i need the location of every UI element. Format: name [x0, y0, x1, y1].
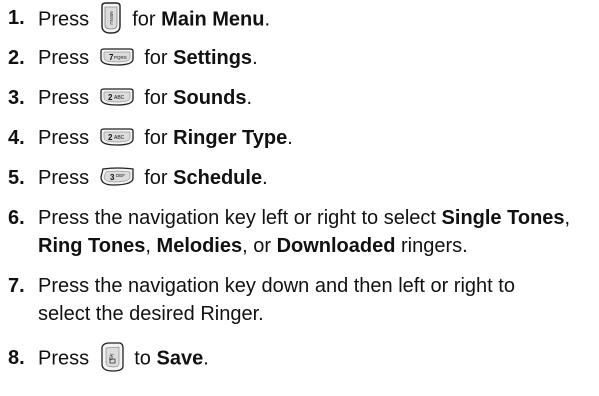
step-number: 8.: [8, 347, 25, 369]
step-number: 4.: [8, 127, 25, 149]
step-number: 3.: [8, 87, 25, 109]
step-number: 6.: [8, 207, 25, 229]
ringer-type-target: Ringer Type: [173, 127, 288, 149]
ok-key-icon: OK: [99, 342, 125, 372]
svg-text:ABC: ABC: [114, 95, 125, 101]
svg-text:ABC: ABC: [114, 135, 125, 141]
step-text: Press MENU for Main Menu.: [38, 2, 270, 36]
step-text: Press 7 PQRS for Settings.: [38, 47, 258, 69]
svg-text:2: 2: [108, 133, 113, 142]
save-target: Save: [156, 347, 204, 370]
step-text: Press OK to Save.: [38, 342, 209, 374]
svg-text:PQRS: PQRS: [114, 55, 127, 60]
step-6-line-2: Ring Tones, Melodies, or Downloaded ring…: [38, 235, 468, 257]
menu-target: Main Menu: [161, 8, 265, 31]
settings-target: Settings: [173, 47, 253, 69]
step-text: Press 2 ABC for Sounds.: [38, 87, 253, 109]
step-text: Press 3 DEF for Schedule.: [38, 167, 268, 189]
step-7-line-1: Press the navigation key down and then l…: [38, 275, 515, 297]
step-number: 2.: [8, 47, 25, 69]
step-7-line-2: select the desired Ringer.: [38, 303, 264, 325]
sounds-target: Sounds: [173, 87, 247, 109]
step-number: 1.: [8, 7, 25, 29]
step-text: Press the navigation key left or right t…: [38, 204, 570, 260]
svg-text:MENU: MENU: [109, 11, 114, 24]
schedule-target: Schedule: [173, 167, 263, 189]
step-number: 5.: [8, 167, 25, 189]
menu-key-icon: MENU: [99, 2, 123, 34]
step-number: 7.: [8, 275, 25, 297]
key-2-icon: 2 ABC: [99, 128, 135, 146]
step-text: Press the navigation key down and then l…: [38, 272, 515, 328]
svg-text:2: 2: [108, 93, 113, 102]
step-text: Press 2 ABC for Ringer Type.: [38, 127, 293, 149]
step-6-line-1: Press the navigation key left or right t…: [38, 207, 571, 229]
svg-text:3: 3: [110, 173, 115, 182]
key-2-icon: 2 ABC: [99, 88, 135, 106]
key-3-icon: 3 DEF: [99, 167, 135, 187]
key-7-icon: 7 PQRS: [99, 48, 135, 66]
svg-text:DEF: DEF: [116, 173, 125, 178]
